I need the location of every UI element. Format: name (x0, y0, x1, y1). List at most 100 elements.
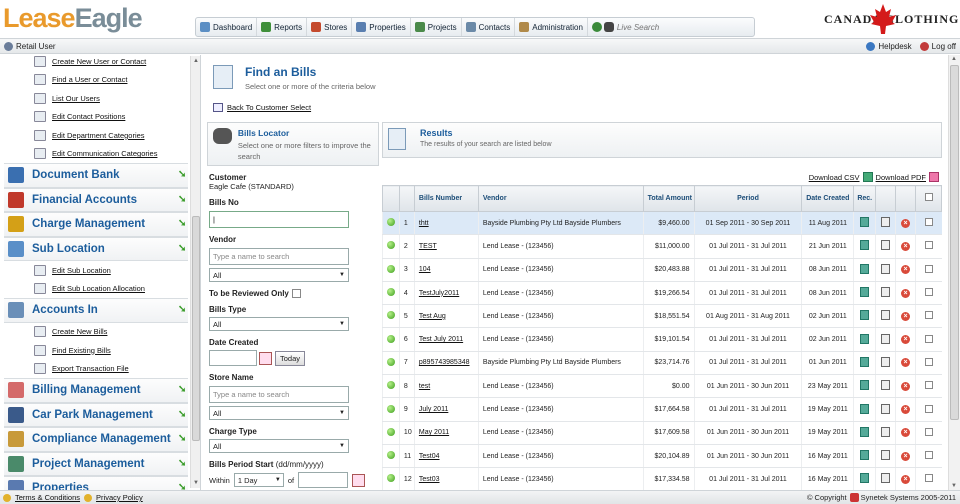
leaseeagle-logo[interactable]: LeaseEagle (3, 3, 143, 33)
edit-icon[interactable] (881, 426, 891, 437)
table-row[interactable]: 12 Test03 Lend Lease - (123456) $17,334.58 0… (382, 467, 942, 490)
download-pdf-link[interactable]: Download PDF (876, 173, 926, 182)
row-select-checkbox[interactable] (924, 264, 933, 273)
row-select-checkbox[interactable] (924, 451, 933, 460)
reconcile-icon[interactable] (860, 240, 870, 251)
within-select[interactable]: 1 Day ▼ (233, 473, 284, 488)
edit-icon[interactable] (881, 310, 891, 321)
edit-icon[interactable] (881, 333, 891, 344)
delete-icon[interactable]: × (901, 218, 911, 228)
table-row[interactable]: 4 TestJuly2011 Lend Lease - (123456) $19,26… (382, 281, 942, 306)
menu-dashboard[interactable]: Dashboard (196, 18, 258, 36)
calendar-icon[interactable] (352, 473, 366, 487)
col-vendor[interactable]: Vendor (477, 185, 644, 212)
pdf-icon[interactable] (929, 172, 939, 182)
expand-arrow-icon[interactable]: ➘ (178, 305, 188, 315)
delete-icon[interactable]: × (901, 358, 911, 368)
menu-contacts[interactable]: Contacts (462, 18, 516, 36)
expand-arrow-icon[interactable]: ➘ (178, 194, 188, 205)
bill-number-link[interactable]: test (419, 383, 430, 390)
scroll-down-arrow[interactable]: ▼ (951, 483, 957, 489)
bill-number-link[interactable]: Test Aug (419, 313, 446, 320)
edit-icon[interactable] (881, 450, 891, 461)
reconcile-icon[interactable] (860, 450, 870, 461)
table-row[interactable]: 6 Test July 2011 Lend Lease - (123456) $19,… (382, 327, 942, 352)
bill-number-link[interactable]: Test July 2011 (419, 336, 463, 343)
sidebar-scrollbar[interactable]: ▲ ▼ (190, 56, 200, 488)
bills-no-input[interactable]: | (209, 211, 349, 228)
scroll-thumb[interactable] (950, 65, 959, 420)
table-row[interactable]: 11 Test04 Lend Lease - (123456) $20,104.89 0… (382, 444, 942, 469)
sidebar-section-charge-management[interactable]: Charge Management ➘ (4, 212, 188, 237)
scroll-up-arrow[interactable]: ▲ (951, 56, 957, 62)
sidebar-link-edit-sub-location-allocation[interactable]: Edit Sub Location Allocation (4, 280, 188, 299)
expand-arrow-icon[interactable]: ➘ (178, 219, 188, 229)
sidebar-link-edit-contact-positions[interactable]: Edit Contact Positions (4, 108, 188, 127)
row-select-checkbox[interactable] (924, 288, 933, 297)
bill-number-link[interactable]: TestJuly2011 (419, 290, 459, 297)
bill-number-link[interactable]: July 2011 (419, 406, 448, 413)
row-select-checkbox[interactable] (924, 381, 933, 390)
sidebar-section-document-bank[interactable]: Document Bank ➘ (4, 163, 188, 188)
row-select-checkbox[interactable] (924, 357, 933, 366)
expand-arrow-icon[interactable]: ➘ (178, 483, 188, 490)
reconcile-icon[interactable] (860, 473, 870, 484)
table-row[interactable]: 9 July 2011 Lend Lease - (123456) $17,664.5… (382, 397, 942, 422)
row-select-checkbox[interactable] (924, 218, 933, 227)
store-select[interactable]: All ▼ (209, 406, 349, 421)
reconcile-icon[interactable] (860, 217, 870, 228)
privacy-link[interactable]: Privacy Policy (96, 493, 143, 502)
reconcile-icon[interactable] (860, 333, 870, 344)
row-select-checkbox[interactable] (924, 474, 933, 483)
reconcile-icon[interactable] (860, 403, 870, 414)
col-bills-number[interactable]: Bills Number (413, 185, 479, 212)
menu-stores[interactable]: Stores (307, 18, 353, 36)
sidebar-section-compliance-management[interactable]: Compliance Management ➘ (4, 427, 188, 452)
bill-number-link[interactable]: p895743985348 (419, 359, 470, 366)
table-row[interactable]: 1 thtt Bayside Plumbing Pty Ltd Bayside Pl… (382, 211, 942, 236)
sidebar-link-export-transaction-file[interactable]: Export Transaction File (4, 360, 188, 379)
col-period[interactable]: Period (693, 185, 803, 212)
sidebar-section-project-management[interactable]: Project Management ➘ (4, 451, 188, 476)
terms-link[interactable]: Terms & Conditions (15, 493, 80, 502)
sidebar-section-car-park-management[interactable]: Car Park Management ➘ (4, 402, 188, 427)
expand-arrow-icon[interactable]: ➘ (178, 385, 188, 395)
expand-arrow-icon[interactable]: ➘ (178, 409, 188, 420)
delete-icon[interactable]: × (901, 311, 911, 321)
sidebar-link-list-our-users[interactable]: List Our Users (4, 89, 188, 108)
delete-icon[interactable]: × (901, 241, 911, 251)
edit-icon[interactable] (881, 287, 891, 298)
bills-type-select[interactable]: All ▼ (209, 317, 349, 332)
col-date-created[interactable]: Date Created (801, 185, 855, 212)
delete-icon[interactable]: × (901, 265, 911, 275)
expand-arrow-icon[interactable]: ➘ (178, 243, 188, 254)
table-row[interactable]: 10 May 2011 Lend Lease - (123456) $17,609.5… (382, 421, 942, 445)
scroll-down-arrow[interactable]: ▼ (192, 479, 200, 487)
logoff-link[interactable]: Log off (919, 41, 956, 51)
expand-arrow-icon[interactable]: ➘ (178, 458, 188, 469)
charge-type-select[interactable]: All ▼ (209, 439, 349, 454)
row-select-checkbox[interactable] (924, 427, 933, 436)
sidebar-section-billing-management[interactable]: Billing Management ➘ (4, 378, 188, 403)
sidebar-section-sub-location[interactable]: Sub Location ➘ (4, 236, 188, 261)
sidebar-link-create-new-bills[interactable]: Create New Bills (4, 323, 188, 342)
delete-icon[interactable]: × (901, 335, 911, 345)
sidebar-link-edit-communication-categories[interactable]: Edit Communication Categories (4, 145, 188, 164)
bill-number-link[interactable]: 104 (419, 266, 431, 273)
calendar-icon[interactable] (259, 351, 272, 365)
sidebar-link-find-existing-bills[interactable]: Find Existing Bills (4, 341, 188, 360)
reconcile-icon[interactable] (860, 380, 870, 391)
menu-administration[interactable]: Administration (515, 18, 588, 36)
table-row[interactable]: 2 TEST Lend Lease - (123456) $11,000.00 01 J… (382, 234, 942, 259)
sidebar-link-create-new-user-or-contact[interactable]: Create New User or Contact (4, 55, 188, 71)
row-select-checkbox[interactable] (924, 311, 933, 320)
reconcile-icon[interactable] (860, 310, 870, 321)
menu-projects[interactable]: Projects (411, 18, 462, 36)
scroll-up-arrow[interactable]: ▲ (192, 57, 200, 65)
select-all-checkbox[interactable] (924, 193, 933, 201)
edit-icon[interactable] (881, 473, 891, 484)
row-select-checkbox[interactable] (924, 404, 933, 413)
table-row[interactable]: 5 Test Aug Lend Lease - (123456) $18,551.54… (382, 304, 942, 329)
edit-icon[interactable] (881, 217, 891, 228)
menu-reports[interactable]: Reports (257, 18, 308, 36)
